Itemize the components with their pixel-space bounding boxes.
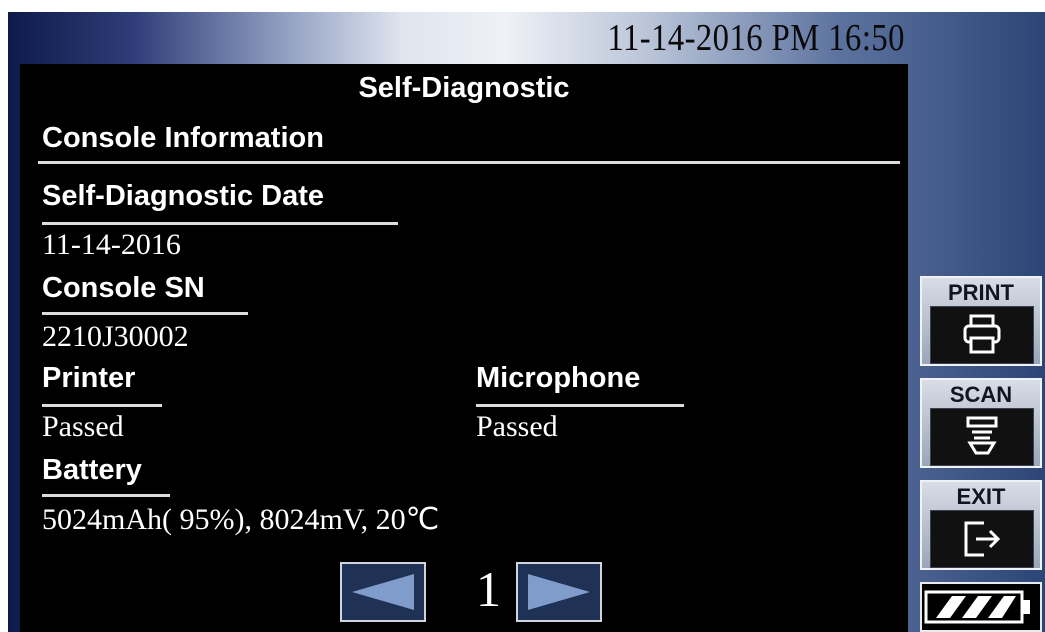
datetime-display: 11-14-2016 PM 16:50 (607, 17, 905, 59)
next-page-button[interactable] (516, 562, 602, 622)
exit-icon (964, 521, 1001, 557)
device-screen: 11-14-2016 PM 16:50 Self-Diagnostic Cons… (8, 12, 1045, 632)
exit-icon-box (930, 510, 1034, 568)
date-value: 11-14-2016 (42, 228, 181, 261)
console-sn-label: Console SN (42, 272, 205, 304)
function-sidebar: PRINT SCAN EXIT (908, 64, 1045, 632)
exit-button-label: EXIT (956, 484, 1006, 509)
status-bar: 11-14-2016 PM 16:50 (8, 12, 1045, 64)
scan-button-label: SCAN (949, 382, 1013, 407)
printer-underline (42, 404, 162, 407)
print-icon-box (930, 306, 1034, 364)
printer-label: Printer (42, 362, 136, 394)
console-sn-underline (42, 312, 248, 315)
printer-status: Passed (42, 410, 124, 443)
battery-underline (42, 494, 170, 497)
date-label-underline (42, 222, 398, 225)
printer-icon (963, 314, 1001, 354)
page-number: 1 (476, 561, 501, 617)
battery-icon (924, 590, 1030, 624)
microphone-label: Microphone (476, 362, 641, 394)
print-button-label: PRINT (948, 280, 1014, 305)
scanner-icon (966, 416, 998, 455)
page-title: Self-Diagnostic (358, 72, 570, 104)
right-arrow-icon (528, 574, 590, 610)
section-heading: Console Information (42, 122, 324, 154)
left-arrow-icon (352, 574, 414, 610)
print-button[interactable]: PRINT (920, 276, 1042, 366)
scan-button[interactable]: SCAN (920, 378, 1042, 468)
microphone-underline (476, 404, 684, 407)
section-divider (38, 161, 900, 164)
date-label: Self-Diagnostic Date (42, 180, 324, 212)
prev-page-button[interactable] (340, 562, 426, 622)
self-diagnostic-panel: Self-Diagnostic Console Information Self… (20, 64, 908, 632)
battery-indicator (920, 582, 1042, 632)
scan-icon-box (930, 408, 1034, 466)
console-sn-value: 2210J30002 (42, 320, 189, 353)
exit-button[interactable]: EXIT (920, 480, 1042, 570)
battery-label: Battery (42, 454, 142, 486)
microphone-status: Passed (476, 410, 558, 443)
battery-status: 5024mAh( 95%), 8024mV, 20℃ (42, 503, 440, 536)
